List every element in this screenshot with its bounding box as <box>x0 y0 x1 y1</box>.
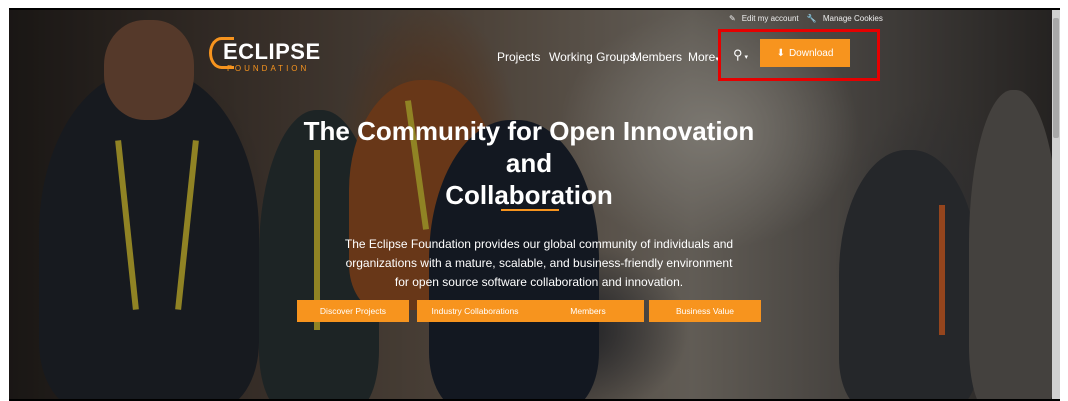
nav-members[interactable]: Members <box>632 50 682 64</box>
discover-projects-button[interactable]: Discover Projects <box>297 300 409 322</box>
highlight-box <box>718 29 880 81</box>
nav-working-groups[interactable]: Working Groups <box>549 50 635 64</box>
logo-name: ECLIPSE <box>223 39 321 64</box>
hero-divider <box>501 209 559 211</box>
scrollbar[interactable] <box>1052 10 1060 399</box>
headline-line-2: Collaboration <box>445 180 613 210</box>
industry-collaborations-button[interactable]: Industry Collaborations <box>417 300 533 322</box>
business-value-button[interactable]: Business Value <box>649 300 761 322</box>
desc-line-1: The Eclipse Foundation provides our glob… <box>344 237 734 251</box>
desc-line-3: for open source software collaboration a… <box>394 275 684 289</box>
wrench-icon: 🔧 <box>806 14 817 23</box>
headline-line-1: The Community for Open Innovation and <box>303 116 755 178</box>
nav-more[interactable]: More▾ <box>688 50 719 64</box>
page-frame: ✎ Edit my account 🔧 Manage Cookies ECLIPSE… <box>9 8 1060 401</box>
edit-icon: ✎ <box>729 14 736 23</box>
members-button[interactable]: Members <box>532 300 644 322</box>
nav-projects[interactable]: Projects <box>497 50 540 64</box>
hero-headline: The Community for Open Innovation and Co… <box>279 115 779 211</box>
hero-description: The Eclipse Foundation provides our glob… <box>329 235 749 292</box>
logo-subtitle: FOUNDATION <box>227 64 310 73</box>
manage-cookies-link[interactable]: Manage Cookies <box>823 14 883 23</box>
edit-account-link[interactable]: Edit my account <box>742 14 799 23</box>
utility-links: ✎ Edit my account 🔧 Manage Cookies <box>729 14 889 23</box>
nav-more-label: More <box>688 50 716 64</box>
desc-line-2: organizations with a mature, scalable, a… <box>345 256 733 270</box>
scrollbar-thumb[interactable] <box>1053 18 1059 138</box>
